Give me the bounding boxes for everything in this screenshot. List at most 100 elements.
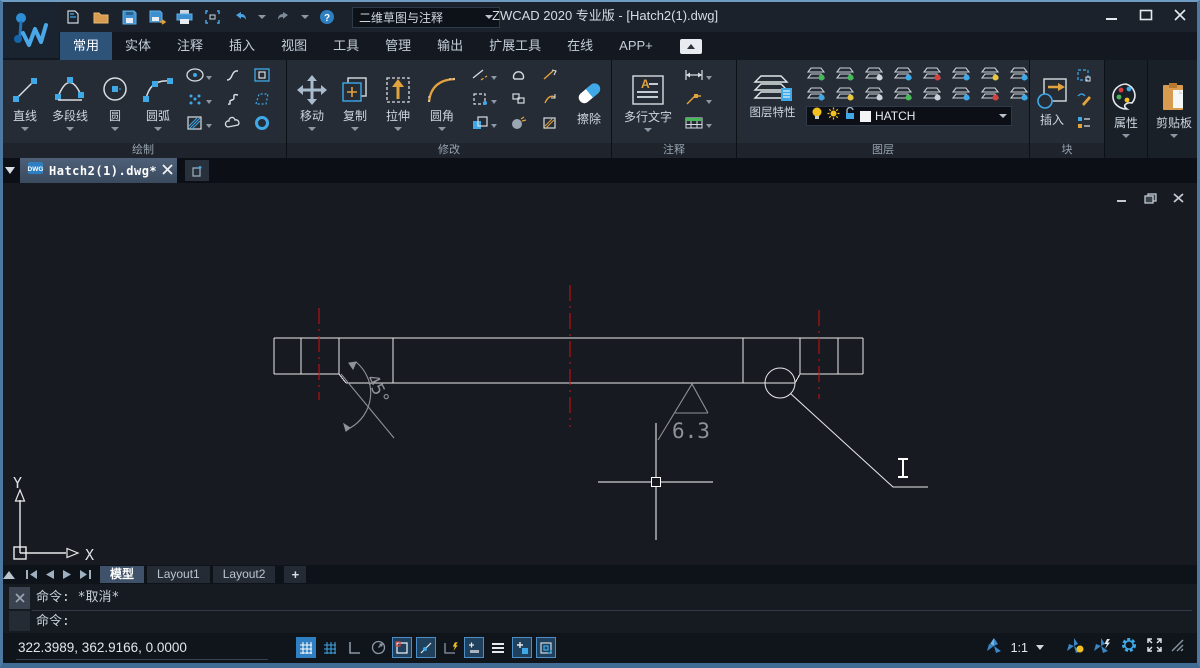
lineweight-display-toggle[interactable]	[488, 637, 508, 658]
layer-tool-icon[interactable]	[951, 66, 971, 81]
layer-tool-icon[interactable]	[893, 66, 913, 81]
layer-tool-icon[interactable]	[893, 86, 913, 101]
print-button[interactable]	[174, 7, 195, 27]
mdi-close-icon[interactable]	[1170, 191, 1186, 205]
workspace-selector[interactable]: 二维草图与注释	[352, 7, 500, 28]
offset-rect-icon[interactable]	[471, 92, 489, 111]
add-layout-button[interactable]: +	[284, 566, 306, 583]
settings-gear-icon[interactable]	[1120, 636, 1138, 659]
break-icon[interactable]	[510, 116, 528, 135]
line-button[interactable]: 直线	[10, 73, 40, 131]
tab-insert[interactable]: 插入	[216, 32, 268, 60]
layer-tool-icon[interactable]	[1009, 66, 1029, 81]
maximize-button[interactable]	[1136, 6, 1156, 24]
dimension-icon[interactable]	[684, 68, 704, 87]
tab-annotate[interactable]: 注释	[164, 32, 216, 60]
new-document-tab-button[interactable]	[185, 160, 209, 181]
layer-tool-icon[interactable]	[864, 86, 884, 101]
annotation-scale-caret[interactable]	[1036, 645, 1044, 650]
layer-tool-icon[interactable]	[835, 86, 855, 101]
fullscreen-icon[interactable]	[1146, 637, 1163, 658]
next-layout-icon[interactable]	[58, 566, 76, 583]
ribbon-collapse-button[interactable]	[680, 39, 702, 54]
undo-dropdown-caret[interactable]	[258, 15, 266, 19]
ortho-toggle[interactable]	[344, 637, 364, 658]
undo-button[interactable]	[230, 7, 251, 27]
ellipse-caret[interactable]	[206, 76, 212, 80]
hatch-icon[interactable]	[186, 116, 204, 135]
stretch-button[interactable]: 拉伸	[383, 73, 413, 131]
insert-block-button[interactable]: 插入	[1036, 75, 1068, 128]
trim-caret[interactable]	[491, 76, 497, 80]
panel-label-layers[interactable]: 图层	[737, 143, 1029, 158]
rotate-icon[interactable]	[541, 92, 559, 111]
command-prompt-line[interactable]: 命令:	[36, 611, 70, 633]
revision-cloud-icon[interactable]	[224, 116, 242, 135]
layer-tool-icon[interactable]	[864, 66, 884, 81]
layer-properties-button[interactable]: 图层特性	[745, 66, 800, 120]
tab-solid[interactable]: 实体	[112, 32, 164, 60]
panel-label-draw[interactable]: 绘制	[0, 143, 286, 158]
open-folder-button[interactable]	[90, 7, 111, 27]
layer-combo[interactable]: HATCH	[806, 106, 1012, 126]
tab-app-plus[interactable]: APP+	[606, 32, 666, 60]
panel-label-annotate[interactable]: 注释	[612, 143, 736, 158]
document-tab[interactable]: DWG Hatch2(1).dwg*	[20, 158, 177, 183]
dynamic-input-toggle[interactable]	[440, 637, 460, 658]
tab-output[interactable]: 输出	[424, 32, 476, 60]
annotation-visibility-icon[interactable]	[1066, 637, 1085, 659]
erase-button[interactable]: 擦除	[572, 76, 606, 127]
help-button[interactable]: ?	[316, 7, 337, 27]
mtext-button[interactable]: A 多行文字	[624, 72, 672, 132]
polyline-button[interactable]: 多段线	[52, 73, 88, 131]
leader-caret[interactable]	[706, 100, 712, 104]
fillet-button[interactable]: 圆角	[426, 73, 458, 131]
layer-tool-icon[interactable]	[1009, 86, 1029, 101]
document-close-icon[interactable]	[162, 162, 173, 180]
redo-button[interactable]	[273, 7, 294, 27]
table-icon[interactable]	[684, 116, 704, 135]
hatch-caret[interactable]	[206, 124, 212, 128]
region-icon[interactable]	[224, 92, 242, 111]
panel-clipboard[interactable]: 剪贴板	[1148, 60, 1200, 158]
scale-caret[interactable]	[491, 124, 497, 128]
layer-tool-icon[interactable]	[922, 66, 942, 81]
annotation-auto-scale-icon[interactable]	[1093, 637, 1112, 659]
wipeout-icon[interactable]	[254, 92, 270, 111]
resize-grip-icon[interactable]	[1171, 639, 1184, 657]
layer-tool-icon[interactable]	[980, 86, 1000, 101]
save-as-button[interactable]	[146, 7, 167, 27]
tab-layout2[interactable]: Layout2	[213, 566, 276, 583]
point-caret[interactable]	[206, 100, 212, 104]
new-file-button[interactable]	[62, 7, 83, 27]
zwcad-logo[interactable]	[3, 2, 59, 58]
mdi-restore-icon[interactable]	[1142, 191, 1158, 205]
layer-tool-icon[interactable]	[980, 66, 1000, 81]
spline-icon[interactable]	[224, 68, 242, 87]
plot-preview-button[interactable]	[202, 7, 223, 27]
panel-label-modify[interactable]: 修改	[287, 143, 611, 158]
coordinates-readout[interactable]: 322.3989, 362.9166, 0.0000	[18, 633, 187, 662]
table-caret[interactable]	[706, 124, 712, 128]
tab-model[interactable]: 模型	[100, 566, 144, 583]
tab-home[interactable]: 常用	[60, 32, 112, 60]
panel-label-block[interactable]: 块	[1030, 143, 1104, 158]
annotation-scale-value[interactable]: 1:1	[1011, 641, 1028, 655]
tab-layout1[interactable]: Layout1	[147, 566, 210, 583]
doc-list-caret-icon[interactable]	[0, 167, 20, 174]
object-snap-toggle[interactable]	[392, 637, 412, 658]
object-snap-tracking-toggle[interactable]	[416, 637, 436, 658]
point-icon[interactable]	[186, 92, 204, 111]
last-layout-icon[interactable]	[76, 566, 94, 583]
donut-icon[interactable]	[254, 116, 270, 135]
layer-tool-icon[interactable]	[806, 66, 826, 81]
attributes-list-icon[interactable]	[1076, 116, 1092, 135]
close-button[interactable]	[1170, 6, 1190, 24]
scale-squares-icon[interactable]	[471, 116, 489, 135]
annotation-scale-star-icon[interactable]	[985, 637, 1003, 659]
minimize-button[interactable]	[1102, 6, 1122, 24]
circle-button[interactable]: 圆	[100, 73, 130, 131]
copy-button[interactable]: 复制	[340, 73, 370, 131]
annotation-auto-add-toggle[interactable]	[512, 637, 532, 658]
array-icon[interactable]	[510, 92, 528, 111]
